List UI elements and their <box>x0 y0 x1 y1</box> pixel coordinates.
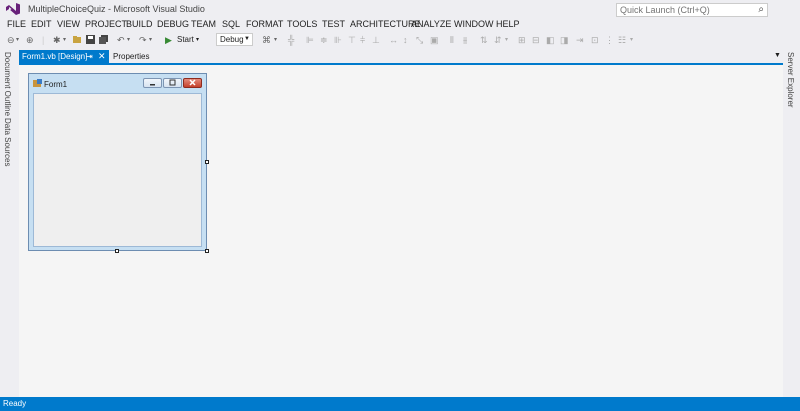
redo-icon[interactable]: ↷ <box>139 34 147 46</box>
maximize-icon <box>169 79 176 86</box>
undo-icon[interactable]: ↶ <box>117 34 125 46</box>
forward-navigation-icon[interactable]: ⊕ <box>26 34 34 46</box>
make-same-height-icon[interactable]: ↕ <box>403 34 408 46</box>
menu-tools[interactable]: TOOLS <box>287 19 317 29</box>
window-title: MultipleChoiceQuiz - Microsoft Visual St… <box>28 4 205 14</box>
menu-test[interactable]: TEST <box>322 19 345 29</box>
menu-format[interactable]: FORMAT <box>246 19 283 29</box>
menu-bar: FILE EDIT VIEW PROJECT BUILD DEBUG TEAM … <box>0 18 800 32</box>
menu-help[interactable]: HELP <box>496 19 520 29</box>
maximize-button[interactable] <box>163 78 182 88</box>
center-horizontally-icon[interactable]: ⊞ <box>518 34 526 46</box>
make-same-width-icon[interactable]: ↔ <box>389 34 398 46</box>
increase-vertical-spacing-icon[interactable]: ⇵ <box>494 34 502 46</box>
left-tool-window-strip: Document Outline Data Sources <box>0 48 16 397</box>
standard-toolbar: ⊖ ▾ ⊕ | ✱ ▾ ↶ ▾ ↷ ▾ ▶ Start ▾ Debug ▼ ⌘ … <box>0 32 800 48</box>
close-icon <box>189 79 196 86</box>
align-lefts-icon[interactable]: ⊫ <box>306 34 314 46</box>
resize-handle-bottom[interactable] <box>115 249 119 253</box>
quick-launch-box[interactable]: ⌕ <box>616 3 768 17</box>
tab-properties[interactable]: Properties <box>109 50 163 63</box>
horizontal-spacing-icon[interactable]: ⫴ <box>450 34 454 46</box>
undo-dropdown-icon[interactable]: ▾ <box>127 34 130 46</box>
tab-label: Properties <box>113 52 150 61</box>
title-bar: MultipleChoiceQuiz - Microsoft Visual St… <box>0 0 800 18</box>
back-dropdown-icon[interactable]: ▾ <box>16 34 19 46</box>
pin-icon[interactable]: ⇥ <box>86 50 93 63</box>
toolbar-overflow-icon[interactable]: ▾ <box>274 34 277 46</box>
tab-form1-design[interactable]: Form1.vb [Design] ⇥ ✕ <box>19 50 109 63</box>
lock-controls-icon[interactable]: ⊡ <box>591 34 599 46</box>
layout-icon[interactable]: ☷ <box>618 34 626 46</box>
align-middles-icon[interactable]: ⫩ <box>360 34 365 46</box>
configuration-value: Debug <box>220 35 244 44</box>
start-button-label[interactable]: Start <box>177 34 194 46</box>
make-same-size-icon[interactable]: ⤡ <box>416 34 423 46</box>
status-bar: Ready <box>0 397 800 411</box>
menu-file[interactable]: FILE <box>7 19 26 29</box>
form1-window[interactable]: Form1 <box>28 73 207 251</box>
close-icon[interactable]: ✕ <box>98 50 106 63</box>
center-vertically-icon[interactable]: ⊟ <box>532 34 540 46</box>
increase-spacing-icon[interactable]: ⫵ <box>463 34 467 46</box>
visual-studio-logo-icon <box>6 3 20 15</box>
tab-label: Form1.vb [Design] <box>22 52 88 61</box>
save-icon[interactable] <box>86 35 95 44</box>
new-project-dropdown-icon[interactable]: ▾ <box>63 34 66 46</box>
align-centers-icon[interactable]: ≑ <box>320 34 328 46</box>
save-all-icon[interactable] <box>99 35 108 44</box>
menu-architecture[interactable]: ARCHITECTURE <box>350 19 421 29</box>
minimize-icon <box>150 84 155 86</box>
start-dropdown-icon[interactable]: ▾ <box>196 34 199 46</box>
open-file-icon[interactable] <box>73 35 82 44</box>
vertical-spacing-icon[interactable]: ⇅ <box>480 34 488 46</box>
tab-order-icon[interactable]: ⇥ <box>576 34 584 46</box>
resize-handle-right[interactable] <box>205 160 209 164</box>
close-button[interactable] <box>183 78 202 88</box>
redo-dropdown-icon[interactable]: ▾ <box>149 34 152 46</box>
new-project-icon[interactable]: ✱ <box>53 34 61 46</box>
menu-build[interactable]: BUILD <box>126 19 153 29</box>
start-play-icon[interactable]: ▶ <box>165 34 172 46</box>
minimize-button[interactable] <box>143 78 162 88</box>
menu-sql[interactable]: SQL <box>222 19 240 29</box>
search-icon[interactable]: ⌕ <box>758 4 764 15</box>
menu-debug[interactable]: DEBUG <box>157 19 189 29</box>
menu-project[interactable]: PROJECT <box>85 19 127 29</box>
chevron-down-icon: ▼ <box>244 36 250 42</box>
server-explorer-tab[interactable]: Server Explorer <box>786 52 795 108</box>
send-to-back-icon[interactable]: ◨ <box>560 34 569 46</box>
align-bottoms-icon[interactable]: ⊥ <box>372 34 380 46</box>
form-caption: Form1 <box>44 80 68 89</box>
layout-dropdown-icon[interactable]: ▾ <box>630 34 633 46</box>
find-in-files-icon[interactable]: ⌘ <box>262 34 271 46</box>
bring-to-front-icon[interactable]: ◧ <box>546 34 555 46</box>
form-app-icon <box>33 79 42 87</box>
menu-view[interactable]: VIEW <box>57 19 80 29</box>
resize-handle-bottom-right[interactable] <box>205 249 209 253</box>
document-tab-strip: Form1.vb [Design] ⇥ ✕ Properties <box>17 50 783 63</box>
solution-configuration-select[interactable]: Debug ▼ <box>216 33 253 46</box>
right-tool-window-strip: Server Explorer <box>783 48 800 397</box>
tab-overflow-dropdown-icon[interactable]: ▼ <box>774 52 781 59</box>
menu-team[interactable]: TEAM <box>191 19 216 29</box>
status-text: Ready <box>3 399 27 408</box>
quick-launch-input[interactable] <box>617 4 738 16</box>
menu-edit[interactable]: EDIT <box>31 19 52 29</box>
back-navigation-icon[interactable]: ⊖ <box>7 34 15 46</box>
align-tops-icon[interactable]: ⊤ <box>348 34 356 46</box>
form-client-area[interactable] <box>33 93 202 247</box>
data-sources-tab[interactable]: Data Sources <box>3 118 12 166</box>
spacing-dropdown-icon[interactable]: ▾ <box>505 34 508 46</box>
menu-analyze[interactable]: ANALYZE <box>411 19 451 29</box>
align-to-grid-icon[interactable]: ╬ <box>288 34 294 46</box>
align-rights-icon[interactable]: ⊪ <box>334 34 342 46</box>
format-icon[interactable]: ⋮ <box>605 34 614 46</box>
toolbar-separator: | <box>42 35 45 45</box>
menu-window[interactable]: WINDOW <box>454 19 494 29</box>
document-outline-tab[interactable]: Document Outline <box>3 52 12 116</box>
size-to-grid-icon[interactable]: ▣ <box>430 34 439 46</box>
